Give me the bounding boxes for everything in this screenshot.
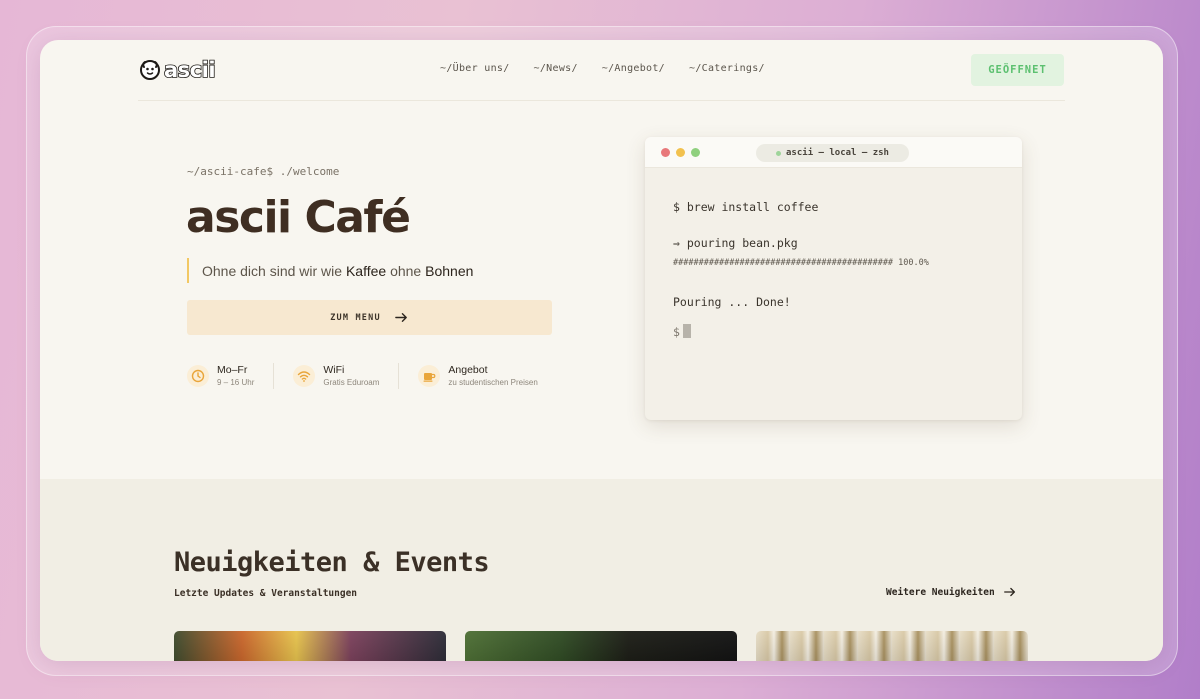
terminal-prompt: $ <box>673 325 680 339</box>
logo-text: ascii <box>163 57 216 83</box>
logo[interactable]: ascii <box>138 57 216 83</box>
tagline-word-kaffee: Kaffee <box>345 262 387 279</box>
terminal-prompt-line: $ <box>673 324 691 339</box>
live-indicator-icon <box>776 150 782 156</box>
terminal-done: Pouring ... Done! <box>673 295 791 309</box>
angebot-sub: zu studentischen Preisen <box>448 377 538 387</box>
terminal-titlebar: ascii — local — zsh <box>645 137 1022 168</box>
minimize-dot-icon[interactable] <box>676 148 685 157</box>
maximize-dot-icon[interactable] <box>691 148 700 157</box>
news-card-image[interactable] <box>174 631 446 661</box>
terminal-pouring: ⇒ pouring bean.pkg <box>673 236 798 250</box>
browser-window: ascii ~/Über uns/ ~/News/ ~/Angebot/ ~/C… <box>40 40 1163 661</box>
open-status-badge: GEÖFFNET <box>971 54 1064 86</box>
angebot-title: Angebot <box>448 363 488 376</box>
site-header: ascii ~/Über uns/ ~/News/ ~/Angebot/ ~/C… <box>40 40 1163 101</box>
tagline-prefix: Ohne dich sind wir wie <box>202 262 346 279</box>
more-news-label: Weitere Neuigkeiten <box>886 586 995 598</box>
nav-caterings[interactable]: ~/Caterings/ <box>689 63 765 74</box>
news-card-image[interactable] <box>756 631 1028 661</box>
hero-tagline: Ohne dich sind wir wie Kaffee ohne Bohne… <box>187 258 473 283</box>
wifi-title: WiFi <box>323 363 345 376</box>
news-subtitle: Letzte Updates & Veranstaltungen <box>174 588 358 599</box>
info-row: Mo–Fr 9 – 16 Uhr WiFi Gratis Eduroam Ang… <box>187 363 538 389</box>
wifi-sub: Gratis Eduroam <box>323 377 380 387</box>
news-section: Neuigkeiten & Events Letzte Updates & Ve… <box>40 479 1163 661</box>
news-card-image[interactable] <box>465 631 737 661</box>
terminal-window: ascii — local — zsh $ brew install coffe… <box>645 137 1022 420</box>
hero-prompt: ~/ascii-cafe$ ./welcome <box>187 165 340 178</box>
info-divider <box>273 363 275 389</box>
cup-logo-icon <box>140 60 160 80</box>
hours-sub: 9 – 16 Uhr <box>217 377 255 387</box>
main-nav: ~/Über uns/ ~/News/ ~/Angebot/ ~/Caterin… <box>440 63 765 74</box>
info-wifi: WiFi Gratis Eduroam <box>293 364 379 389</box>
info-angebot: Angebot zu studentischen Preisen <box>418 363 538 389</box>
hero-title: ascii Café <box>186 192 411 243</box>
nav-about[interactable]: ~/Über uns/ <box>440 63 510 74</box>
clock-icon <box>187 365 209 387</box>
terminal-cursor <box>682 324 691 338</box>
more-news-link[interactable]: Weitere Neuigkeiten <box>886 585 1017 599</box>
header-divider <box>138 100 1065 101</box>
tagline-middle: ohne <box>386 262 426 279</box>
nav-angebot[interactable]: ~/Angebot/ <box>602 63 665 74</box>
wifi-icon <box>293 365 316 387</box>
terminal-title-text: ascii — local — zsh <box>786 148 889 158</box>
menu-button-label: ZUM MENU <box>330 312 381 323</box>
terminal-command: $ brew install coffee <box>673 200 819 214</box>
info-hours: Mo–Fr 9 – 16 Uhr <box>187 364 254 389</box>
tagline-word-bohnen: Bohnen <box>425 262 474 279</box>
hours-title: Mo–Fr <box>217 363 248 376</box>
nav-news[interactable]: ~/News/ <box>534 63 578 74</box>
info-divider <box>398 363 400 389</box>
arrow-right-icon <box>394 313 407 322</box>
terminal-title: ascii — local — zsh <box>756 144 909 162</box>
cup-icon <box>418 365 441 387</box>
arrow-right-icon <box>1003 587 1015 597</box>
close-dot-icon[interactable] <box>661 148 670 157</box>
menu-button[interactable]: ZUM MENU <box>187 300 552 335</box>
terminal-progress: ########################################… <box>673 258 929 268</box>
news-title: Neuigkeiten & Events <box>174 547 490 578</box>
